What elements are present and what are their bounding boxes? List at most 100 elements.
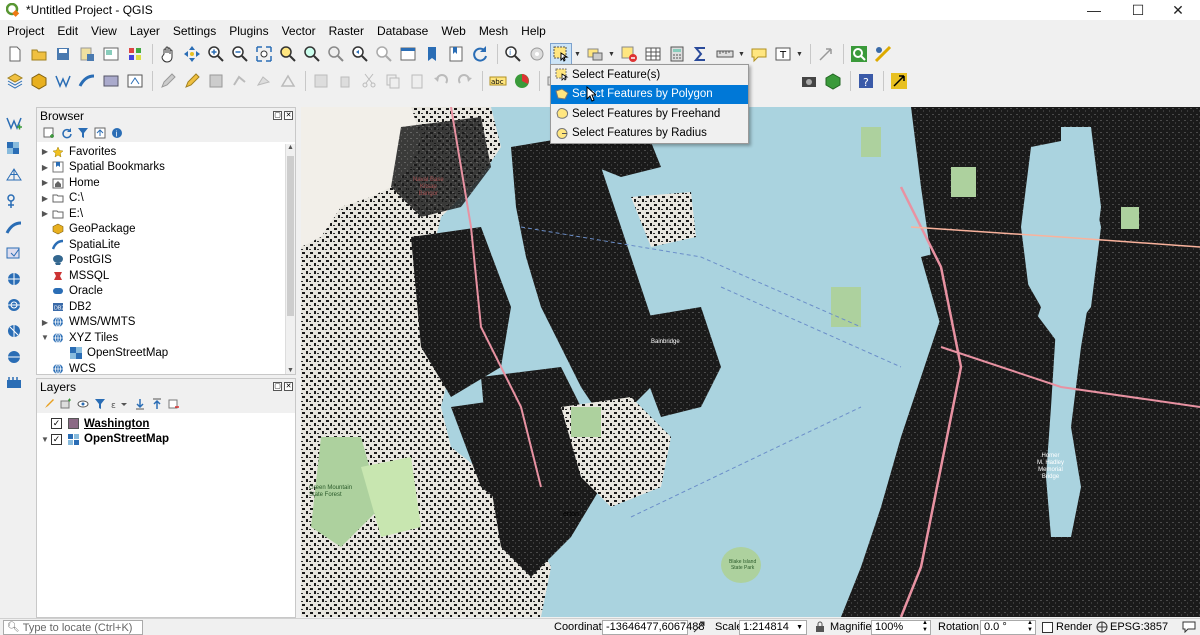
rotation-spinbox[interactable]: 0.0 ° ▲ ▼ [980,620,1036,635]
new-geopackage-icon[interactable] [28,70,50,92]
add-raster-layer-icon[interactable] [3,138,25,160]
chevron-down-icon[interactable]: ▼ [608,43,615,65]
add-wfs-layer-icon[interactable] [3,294,25,316]
browser-item[interactable]: Oracle [37,284,285,300]
refresh-icon[interactable] [469,43,491,65]
expand-all-icon[interactable] [134,398,146,410]
browser-scrollbar[interactable]: ▲ ▼ [285,144,295,374]
style-manager-icon[interactable] [124,43,146,65]
menu-database[interactable]: Database [370,22,434,40]
menu-view[interactable]: View [84,22,123,40]
close-panel-icon[interactable]: ✕ [284,382,293,391]
add-delimited-text-icon[interactable] [3,190,25,212]
label-abc-icon[interactable]: abc [487,70,509,92]
menu-settings[interactable]: Settings [166,22,222,40]
menu-vector[interactable]: Vector [275,22,322,40]
close-button[interactable]: ✕ [1156,0,1200,20]
maximize-button[interactable]: ☐ [1116,0,1160,20]
collapse-all-icon[interactable] [151,398,163,410]
zoom-last-icon[interactable] [349,43,371,65]
collapse-arrow-icon[interactable]: ▼ [39,333,51,342]
zoom-out-icon[interactable] [229,43,251,65]
chevron-down-icon[interactable]: ▼ [796,43,803,65]
collapse-all-icon[interactable] [94,127,106,139]
attribute-table-icon[interactable] [642,43,664,65]
chevron-down-icon[interactable]: ▼ [574,43,581,65]
new-memory-layer-icon[interactable] [124,70,146,92]
pan-to-selection-icon[interactable] [181,43,203,65]
menu-web[interactable]: Web [434,22,471,40]
new-map-view-icon[interactable] [397,43,419,65]
save-as-icon[interactable] [76,43,98,65]
crs-globe-icon[interactable] [1096,621,1108,633]
add-wcs-layer-icon[interactable] [3,320,25,342]
help-icon[interactable]: ? [855,70,877,92]
new-bookmark-icon[interactable] [421,43,443,65]
add-feature-icon[interactable] [253,70,275,92]
field-calculator-icon[interactable] [666,43,688,65]
zoom-layer-icon[interactable] [301,43,323,65]
delete-selected-icon[interactable] [334,70,356,92]
browser-item[interactable]: ▶ Favorites [37,144,285,160]
text-annotation-icon[interactable]: T [772,43,794,65]
menu-layer[interactable]: Layer [123,22,166,40]
render-checkbox[interactable] [1042,622,1053,633]
float-panel-icon[interactable]: ▢ [273,382,282,391]
menu-item-select-features[interactable]: Select Feature(s) [551,65,748,85]
redo-icon[interactable] [454,70,476,92]
magnifier-spinbox[interactable]: 100% ▲ ▼ [871,620,931,635]
save-edits-icon[interactable] [205,70,227,92]
menu-raster[interactable]: Raster [322,22,370,40]
print-layout-icon[interactable] [100,43,122,65]
menu-item-select-by-freehand[interactable]: Select Features by Freehand [551,104,748,124]
minimize-button[interactable]: — [1072,0,1116,20]
current-edits-icon[interactable] [157,70,179,92]
select-by-value-icon[interactable] [584,43,606,65]
menu-item-select-by-radius[interactable]: Select Features by Radius [551,124,748,144]
browser-item[interactable]: ▶ Spatial Bookmarks [37,160,285,176]
expand-arrow-icon[interactable]: ▶ [39,194,51,203]
screenshot-icon[interactable] [798,70,820,92]
add-wms-layer-icon[interactable] [3,268,25,290]
layer-visibility-checkbox[interactable]: ✓ [51,433,62,445]
browser-item[interactable]: ▶ E:\ [37,206,285,222]
layer-row-washington[interactable]: ✓ Washington [37,416,295,432]
arrow-annotation-icon[interactable] [815,43,837,65]
diagram-icon[interactable] [511,70,533,92]
zoom-selection-icon[interactable] [277,43,299,65]
messages-icon[interactable] [1182,621,1196,633]
expand-arrow-icon[interactable]: ▼ [39,435,51,444]
menu-mesh[interactable]: Mesh [472,22,514,40]
map-canvas[interactable]: Naval Base Kitsap Bangor Green Mountain … [301,107,1200,617]
float-panel-icon[interactable]: ▢ [273,111,282,120]
filter-expression-icon[interactable]: ε [111,398,129,411]
new-spatialite-icon[interactable] [76,70,98,92]
save-project-icon[interactable] [52,43,74,65]
remove-layer-icon[interactable] [168,398,180,410]
add-vector-tile-icon[interactable] [3,346,25,368]
new-project-icon[interactable] [4,43,26,65]
filter-icon[interactable] [77,127,89,139]
map-tips-icon[interactable] [748,43,770,65]
add-mesh-layer-icon[interactable] [3,164,25,186]
scale-combo[interactable]: 1:214814 ▼ [739,620,807,635]
locator-search-input[interactable]: 🔍︎ Type to locate (Ctrl+K) [3,620,143,635]
browser-item[interactable]: ▶ C:\ [37,191,285,207]
identify-icon[interactable]: i [502,43,524,65]
style-panel-icon[interactable] [43,398,55,410]
menu-project[interactable]: Project [0,22,50,40]
browser-item[interactable]: GeoPackage [37,222,285,238]
menu-item-select-by-polygon[interactable]: Select Features by Polygon [551,84,748,104]
add-gps-layer-icon[interactable] [3,372,25,394]
add-spatialite-layer-icon[interactable] [3,216,25,238]
zoom-next-icon[interactable] [373,43,395,65]
expand-arrow-icon[interactable]: ▶ [39,318,51,327]
digitize-icon[interactable] [229,70,251,92]
add-group-icon[interactable] [60,398,72,410]
browser-item[interactable]: DB2 DB2 [37,299,285,315]
browser-item[interactable]: MSSQL [37,268,285,284]
data-source-manager-icon[interactable] [4,70,26,92]
whats-this-icon[interactable] [888,70,910,92]
lock-icon[interactable] [815,621,825,633]
refresh-icon[interactable] [60,127,72,139]
